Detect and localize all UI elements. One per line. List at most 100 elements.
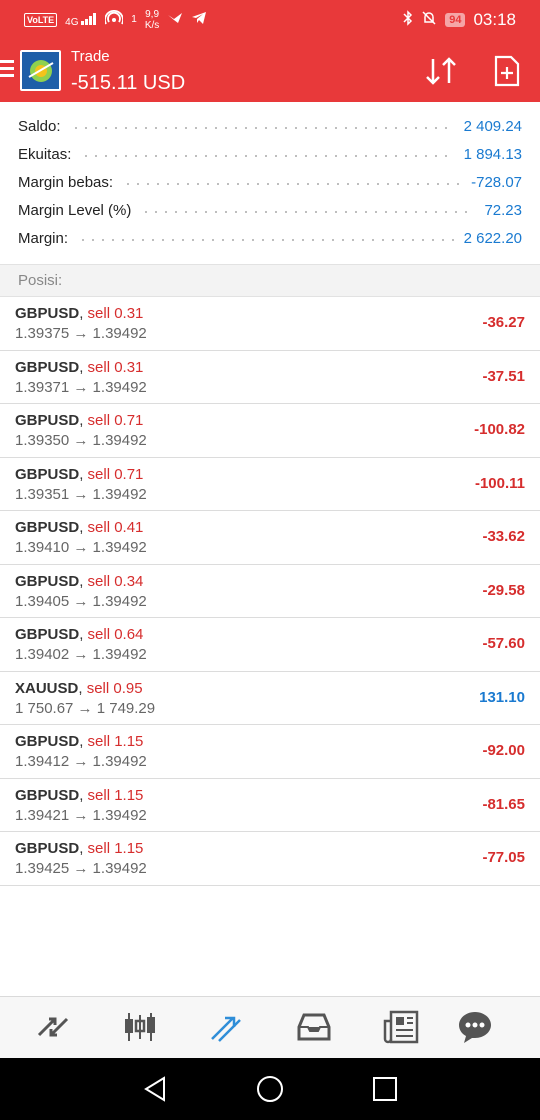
position-type: sell 0.64 bbox=[87, 626, 144, 643]
dot-leader bbox=[141, 211, 475, 213]
position-row[interactable]: GBPUSD, sell 1.15 1.39421 → 1.39492 -81.65 bbox=[0, 779, 540, 832]
position-title: GBPUSD, sell 0.71 bbox=[15, 412, 143, 429]
position-row[interactable]: GBPUSD, sell 0.64 1.39402 → 1.39492 -57.60 bbox=[0, 618, 540, 672]
position-prices: 1.39425 → 1.39492 bbox=[15, 860, 147, 877]
signal-icon: 4G bbox=[65, 12, 97, 28]
trade-icon bbox=[211, 1016, 241, 1042]
position-title: GBPUSD, sell 0.34 bbox=[15, 573, 143, 590]
telegram-icon bbox=[191, 11, 207, 29]
position-symbol: GBPUSD bbox=[15, 358, 80, 376]
summary-row-margin: Margin: 2 622.20 bbox=[18, 224, 522, 252]
summary-label: Margin: bbox=[18, 229, 69, 247]
position-row[interactable]: GBPUSD, sell 0.71 1.39351 → 1.39492 -100.1… bbox=[0, 458, 540, 511]
nav-news[interactable] bbox=[383, 1009, 419, 1045]
position-type: sell 0.95 bbox=[86, 679, 143, 697]
battery-icon: 94 bbox=[445, 13, 466, 27]
position-profit: -100.82 bbox=[474, 421, 525, 438]
position-symbol: GBPUSD bbox=[15, 626, 80, 643]
position-separator: , bbox=[79, 786, 88, 804]
speed-unit: K/s bbox=[144, 20, 160, 31]
position-symbol: XAUUSD bbox=[15, 679, 79, 697]
position-row[interactable]: GBPUSD, sell 0.71 1.39350 → 1.39492 -100.8… bbox=[0, 404, 540, 458]
position-prices: 1.39410 → 1.39492 bbox=[15, 539, 147, 556]
position-prices: 1.39402 → 1.39492 bbox=[15, 646, 147, 663]
status-bar: VoLTE 4G 1 9,9 K/s 94 03:18 bbox=[0, 0, 540, 40]
position-profit: -36.27 bbox=[482, 314, 525, 331]
position-type: sell 0.34 bbox=[87, 572, 144, 590]
nav-chart[interactable] bbox=[122, 1009, 158, 1045]
position-prices: 1.39371 → 1.39492 bbox=[15, 378, 147, 396]
summary-row-ekuitas: Ekuitas: 1 894.13 bbox=[18, 140, 522, 168]
position-title: GBPUSD, sell 1.15 bbox=[15, 733, 143, 750]
position-row[interactable]: GBPUSD, sell 0.31 1.39371 → 1.39492 -37.51 bbox=[0, 351, 540, 404]
position-symbol: GBPUSD bbox=[15, 305, 80, 322]
position-title: GBPUSD, sell 0.71 bbox=[15, 466, 143, 483]
position-separator: , bbox=[79, 305, 88, 322]
clock: 03:18 bbox=[473, 10, 516, 29]
nav-messages[interactable] bbox=[457, 1009, 493, 1045]
position-symbol: GBPUSD bbox=[15, 519, 80, 536]
volte-icon: VoLTE bbox=[24, 13, 58, 27]
positions-section-header: Posisi: bbox=[0, 264, 540, 297]
position-separator: , bbox=[79, 840, 88, 857]
position-symbol: GBPUSD bbox=[15, 733, 80, 750]
new-order-button[interactable] bbox=[494, 55, 520, 87]
summary-row-margin-level: Margin Level (%) 72.23 bbox=[18, 196, 522, 224]
bluetooth-icon bbox=[403, 10, 413, 30]
position-row[interactable]: GBPUSD, sell 0.31 1.39375 → 1.39492 -36.27 bbox=[0, 297, 540, 351]
news-icon bbox=[383, 1010, 419, 1044]
summary-value: 72.23 bbox=[484, 201, 522, 219]
messages-icon bbox=[459, 1012, 491, 1043]
summary-value: -728.07 bbox=[471, 173, 522, 191]
position-row[interactable]: GBPUSD, sell 1.15 1.39425 → 1.39492 -77.05 bbox=[0, 832, 540, 886]
position-separator: , bbox=[79, 626, 88, 643]
recents-button[interactable] bbox=[370, 1074, 400, 1104]
position-prices: 1 750.67 → 1 749.29 bbox=[15, 699, 156, 717]
summary-row-margin-bebas: Margin bebas: -728.07 bbox=[18, 168, 522, 196]
position-profit: -37.51 bbox=[482, 367, 525, 385]
quotes-icon bbox=[37, 1017, 69, 1037]
page-title: Trade bbox=[71, 48, 110, 65]
position-row[interactable]: GBPUSD, sell 1.15 1.39412 → 1.39492 -92.00 bbox=[0, 725, 540, 779]
nav-quotes[interactable] bbox=[35, 1009, 71, 1045]
position-title: GBPUSD, sell 1.15 bbox=[15, 787, 143, 804]
back-button[interactable] bbox=[140, 1074, 170, 1104]
position-symbol: GBPUSD bbox=[15, 786, 80, 804]
dot-leader bbox=[78, 239, 454, 241]
position-profit: -92.00 bbox=[482, 742, 525, 759]
positions-list: GBPUSD, sell 0.31 1.39375 → 1.39492 -36.27… bbox=[0, 297, 540, 886]
position-prices: 1.39405 → 1.39492 bbox=[15, 592, 147, 610]
speed-value: 9,9 bbox=[145, 9, 160, 20]
position-separator: , bbox=[79, 412, 88, 429]
position-separator: , bbox=[79, 572, 88, 590]
history-icon bbox=[297, 1013, 331, 1041]
position-title: GBPUSD, sell 0.31 bbox=[15, 305, 143, 322]
position-title: GBPUSD, sell 1.15 bbox=[15, 840, 143, 857]
nav-trade[interactable] bbox=[209, 1009, 245, 1045]
position-title: GBPUSD, sell 0.64 bbox=[15, 626, 143, 643]
position-type: sell 1.15 bbox=[87, 840, 144, 857]
position-separator: , bbox=[79, 358, 88, 376]
floating-profit: -515.11 USD bbox=[71, 72, 186, 94]
back-icon bbox=[144, 1076, 165, 1102]
menu-icon[interactable] bbox=[0, 60, 14, 78]
position-prices: 1.39421 → 1.39492 bbox=[15, 806, 147, 824]
sort-button[interactable] bbox=[424, 55, 458, 87]
bottom-nav bbox=[0, 996, 540, 1058]
home-button[interactable] bbox=[255, 1074, 285, 1104]
position-type: sell 0.71 bbox=[87, 412, 144, 429]
nav-history[interactable] bbox=[296, 1009, 332, 1045]
position-separator: , bbox=[79, 465, 88, 483]
account-summary: Saldo: 2 409.24 Ekuitas: 1 894.13 Margin… bbox=[0, 102, 540, 264]
position-symbol: GBPUSD bbox=[15, 412, 80, 429]
summary-value: 1 894.13 bbox=[463, 145, 522, 163]
new-order-icon bbox=[494, 55, 520, 87]
position-profit: -77.05 bbox=[482, 849, 525, 866]
position-row[interactable]: GBPUSD, sell 0.41 1.39410 → 1.39492 -33.62 bbox=[0, 511, 540, 565]
position-symbol: GBPUSD bbox=[15, 840, 80, 857]
position-profit: -100.11 bbox=[474, 474, 525, 492]
position-row[interactable]: GBPUSD, sell 0.34 1.39405 → 1.39492 -29.58 bbox=[0, 565, 540, 618]
position-type: sell 0.31 bbox=[87, 358, 144, 376]
position-row[interactable]: XAUUSD, sell 0.95 1 750.67 → 1 749.29 131.… bbox=[0, 672, 540, 725]
position-separator: , bbox=[79, 519, 88, 536]
